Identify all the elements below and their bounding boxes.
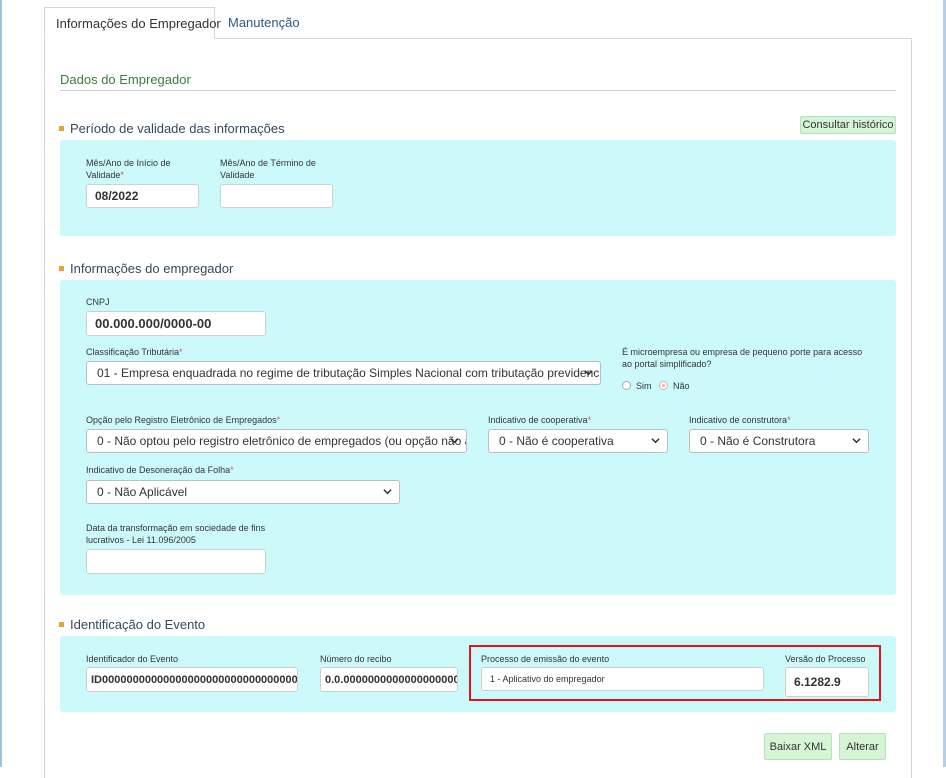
required-mark: * [120,170,124,180]
bullet-icon [59,126,64,132]
desoneracao-label-text: Indicativo de Desoneração da Folha [86,465,231,475]
tab-informacoes-empregador[interactable]: Informações do Empregador [44,7,221,39]
periodo-heading-text: Período de validade das informações [70,121,285,136]
download-xml-button[interactable]: Baixar XML [764,733,832,760]
cooperativa-label-text: Indicativo de cooperativa [488,415,588,425]
empregador-heading: Informações do empregador [59,261,233,276]
alterar-button[interactable]: Alterar [839,733,886,760]
required-mark: * [230,465,234,475]
empregador-heading-text: Informações do empregador [70,261,234,276]
required-mark: * [787,415,791,425]
chevron-down-icon [852,438,861,444]
micro-sim-radio[interactable] [622,381,631,390]
micro-sim-label: Sim [636,381,652,391]
evento-heading: Identificação do Evento [59,617,205,632]
inicio-label: Mês/Ano de Início de Validade* [86,157,196,181]
chevron-down-icon [383,489,392,495]
section-title: Dados do Empregador [60,72,191,87]
classificacao-label: Classificação Tributária* [86,346,183,358]
cooperativa-select[interactable]: 0 - Não é cooperativa [488,429,668,453]
tab-manutencao[interactable]: Manutenção [217,7,311,39]
construtora-value: 0 - Não é Construtora [700,434,816,448]
identificador-label: Identificador do Evento [86,654,179,664]
registro-label-text: Opção pelo Registro Eletrônico de Empreg… [86,415,277,425]
transformacao-input[interactable] [86,549,266,574]
highlight-box [469,645,881,701]
chevron-down-icon [450,438,459,444]
construtora-select[interactable]: 0 - Não é Construtora [689,429,869,453]
required-mark: * [179,347,183,357]
evento-heading-text: Identificação do Evento [70,617,206,632]
termino-input[interactable] [220,184,333,208]
recibo-input[interactable]: 0.0.00000000000000000000 [320,667,458,692]
desoneracao-select[interactable]: 0 - Não Aplicável [86,480,400,504]
required-mark: * [587,415,592,425]
construtora-label: Indicativo de construtora* [689,414,791,426]
registro-label: Opção pelo Registro Eletrônico de Empreg… [86,414,280,426]
recibo-label: Número do recibo [320,654,392,664]
identificador-input[interactable]: ID000000000000000000000000000000000000 [86,667,298,692]
inicio-input[interactable]: 08/2022 [86,184,199,208]
classificacao-select[interactable]: 01 - Empresa enquadrada no regime de tri… [86,361,601,385]
chevron-down-icon [584,370,593,376]
window-left-border [0,0,2,767]
cnpj-input[interactable]: 00.000.000/0000-00 [86,311,266,336]
micro-question: É microempresa ou empresa de pequeno por… [622,347,863,369]
periodo-heading: Período de validade das informações [59,121,285,136]
cooperativa-label: Indicativo de cooperativa* [488,414,591,426]
cooperativa-value: 0 - Não é cooperativa [499,434,614,448]
required-mark: * [276,415,281,425]
construtora-label-text: Indicativo de construtora [689,415,788,425]
termino-label: Mês/Ano de Término de Validade [220,158,316,180]
desoneracao-value: 0 - Não Aplicável [97,485,188,499]
classificacao-value: 01 - Empresa enquadrada no regime de tri… [97,366,601,380]
registro-select[interactable]: 0 - Não optou pelo registro eletrônico d… [86,429,467,453]
classificacao-label-text: Classificação Tributária [86,347,180,357]
registro-value: 0 - Não optou pelo registro eletrônico d… [97,434,466,448]
micro-nao-label: Não [673,381,690,391]
cnpj-label: CNPJ [86,297,110,307]
micro-nao-radio[interactable] [659,381,668,390]
inicio-label-text: Mês/Ano de Início de Validade [86,158,171,180]
bullet-icon [59,266,64,272]
history-button[interactable]: Consultar histórico [800,116,896,134]
transformacao-label: Data da transformação em sociedade de fi… [86,523,266,545]
chevron-down-icon [651,438,660,444]
section-divider [60,90,896,91]
bullet-icon [59,622,64,628]
desoneracao-label: Indicativo de Desoneração da Folha* [86,464,234,476]
